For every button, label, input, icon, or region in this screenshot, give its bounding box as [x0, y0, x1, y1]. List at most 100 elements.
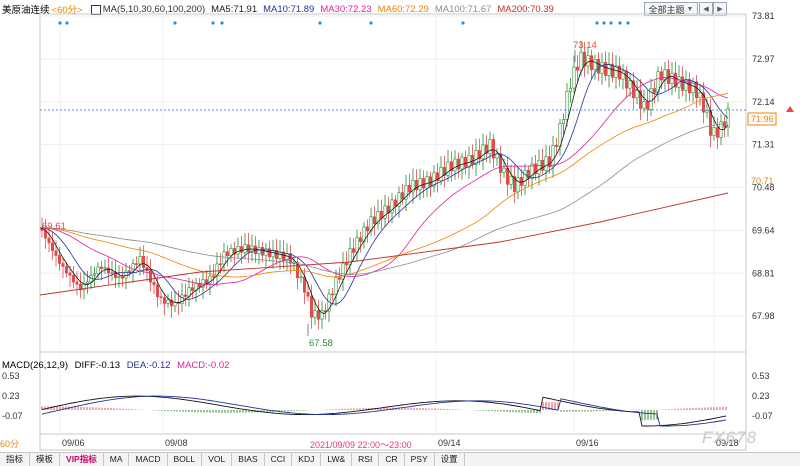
event-dot-icon — [369, 21, 373, 25]
candle-body — [575, 66, 579, 71]
current-price-value: 71.96 — [751, 114, 774, 124]
tab-ma[interactable]: MA — [104, 453, 130, 466]
candle-body — [474, 150, 478, 165]
tab-rsi[interactable]: RSI — [352, 453, 380, 466]
candle-body — [100, 266, 104, 269]
tab-indicator[interactable]: 指标 — [0, 453, 31, 466]
candle-body — [537, 160, 541, 175]
candle-body — [135, 263, 139, 265]
crosshair-time-label: 2021/09/09 22:00～23:00 — [310, 440, 412, 450]
candle-body — [226, 251, 230, 257]
candle-body — [607, 63, 611, 76]
candle-body — [138, 256, 142, 265]
event-dot-icon — [461, 21, 465, 25]
candle-body — [163, 297, 167, 304]
candle-body — [348, 248, 352, 266]
candle-body — [103, 267, 107, 270]
candle-body — [365, 226, 369, 232]
candle-body — [579, 51, 583, 71]
candle-body — [663, 69, 667, 81]
price-axis-label: 67.98 — [752, 311, 775, 321]
candle-body — [495, 153, 499, 159]
date-label: 09/16 — [576, 438, 599, 448]
candle-body — [72, 275, 76, 283]
candle-body — [481, 144, 485, 160]
price-arrow-icon — [786, 106, 794, 112]
candle-body — [61, 263, 65, 267]
tab-vip[interactable]: VIP指标 — [60, 453, 104, 466]
candle-body — [355, 237, 359, 253]
candle-body — [309, 295, 313, 318]
tab-template[interactable]: 模板 — [30, 453, 61, 466]
price-axis-label: 73.81 — [752, 11, 775, 21]
tab-macd[interactable]: MACD — [129, 453, 168, 466]
price-axis-label: 68.81 — [752, 268, 775, 278]
macd-axis-label-left: 0.23 — [2, 391, 20, 401]
candle-body — [614, 65, 618, 78]
candle-body — [306, 292, 310, 297]
candle-body — [554, 145, 558, 147]
candle-body — [93, 273, 97, 276]
macd-axis-label: 0.23 — [752, 391, 770, 401]
period-tag: 60分 — [0, 439, 20, 449]
event-dot-icon — [602, 21, 606, 25]
candle-body — [257, 247, 261, 255]
event-dot-icon — [173, 21, 177, 25]
candle-body — [142, 256, 146, 268]
candle-body — [313, 310, 317, 318]
event-dot-icon — [220, 21, 224, 25]
tab-cci[interactable]: CCI — [265, 453, 293, 466]
macd-axis-label: 0.53 — [752, 371, 770, 381]
candle-body — [505, 167, 509, 185]
candle-body — [124, 270, 128, 279]
candle-body — [156, 284, 160, 297]
candle-body — [219, 263, 223, 266]
candle-body — [589, 55, 593, 71]
macd-dea-line — [41, 395, 727, 427]
candle-body — [453, 158, 457, 172]
candle-body — [330, 293, 334, 296]
candle-body — [544, 156, 548, 171]
candle-body — [680, 76, 684, 91]
candle-body — [509, 176, 513, 185]
candle-body — [705, 110, 709, 113]
candle-body — [425, 176, 429, 189]
tab-vol[interactable]: VOL — [202, 453, 233, 466]
candle-body — [152, 281, 156, 286]
price-chart[interactable]: 73.8172.9772.1471.3170.4869.6468.8167.98… — [0, 0, 800, 452]
candle-body — [684, 79, 688, 91]
candle-body — [229, 248, 233, 257]
tab-cr[interactable]: CR — [379, 453, 405, 466]
tab-settings[interactable]: 设置 — [435, 453, 465, 466]
candle-body — [502, 167, 506, 173]
candle-body — [75, 281, 79, 285]
macd-params: MACD(26,12,9) — [2, 360, 68, 371]
candle-body — [519, 177, 523, 186]
candle-body — [460, 156, 464, 170]
candle-body — [47, 237, 51, 244]
tab-lw[interactable]: LW& — [321, 453, 353, 466]
candle-body — [635, 90, 639, 99]
tab-psy[interactable]: PSY — [405, 453, 435, 466]
candle-body — [687, 79, 691, 94]
tab-bias[interactable]: BIAS — [232, 453, 265, 466]
candle-body — [652, 88, 656, 93]
candle-body — [418, 178, 422, 191]
macd-value: MACD:-0.02 — [177, 360, 230, 371]
candle-body — [247, 244, 251, 253]
candle-body — [722, 121, 726, 128]
candle-body — [299, 276, 303, 279]
candle-body — [600, 62, 604, 74]
macd-axis-label-left: -0.07 — [2, 411, 23, 421]
watermark-logo: FX678 — [702, 428, 758, 447]
candle-body — [117, 276, 121, 279]
candle-body — [712, 127, 716, 136]
candle-body — [131, 263, 135, 272]
low-label: 67.58 — [309, 338, 333, 349]
tab-kdj[interactable]: KDJ — [292, 453, 322, 466]
price-axis-label: 71.31 — [752, 140, 775, 150]
candle-body — [428, 176, 432, 187]
candle-body — [596, 58, 600, 74]
tab-boll[interactable]: BOLL — [168, 453, 203, 466]
candle-body — [358, 237, 362, 243]
